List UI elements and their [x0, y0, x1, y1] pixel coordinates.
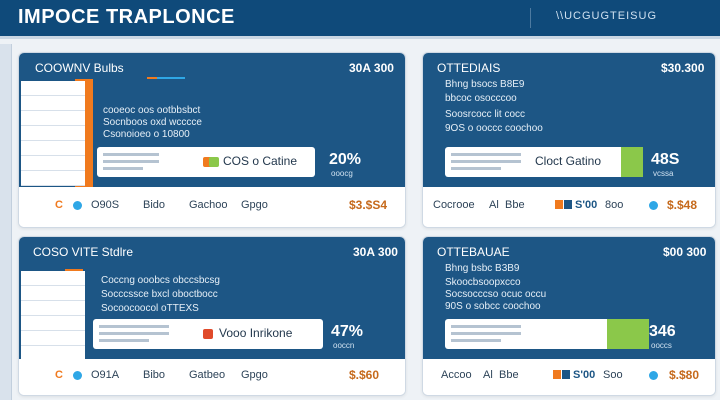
status-dot-icon: [73, 201, 82, 210]
card-detail: Socoocoocol oTTEXS: [101, 303, 199, 314]
metric-percent-sub: vcssa: [653, 169, 674, 178]
summary-card-1[interactable]: COOWNV Bulbs 30A 300 cooeoc oos ootbbsbc…: [18, 52, 406, 228]
footer-item[interactable]: Bido: [143, 199, 165, 211]
footer-item[interactable]: Gpgo: [241, 199, 268, 211]
chart-square-icon: [555, 200, 563, 209]
panel-text-lines: [451, 153, 521, 174]
footer-amount: $.$60: [349, 368, 380, 382]
footer-item[interactable]: Accoo: [441, 369, 472, 381]
metric-panel[interactable]: [445, 319, 649, 349]
card-footer: C O91A Bibo Gatbeo Gpgo $.$60: [19, 359, 405, 395]
footer-item[interactable]: Gatbeo: [189, 369, 225, 381]
status-dot-icon: [203, 329, 213, 339]
card-title: COOWNV Bulbs: [35, 61, 124, 75]
card-detail: Soosrcocc lit cocc: [445, 109, 526, 120]
metric-panel[interactable]: Cloct Gatino: [445, 147, 643, 177]
sidebar[interactable]: [0, 44, 12, 400]
footer-item[interactable]: C: [55, 369, 63, 381]
metric-percent-sub: ooccs: [651, 341, 672, 350]
metric-percent-sub: ooccn: [333, 341, 355, 350]
app-title: IMPOCE TRAPLONCE: [18, 6, 235, 28]
metric-panel[interactable]: Vooo Inrikone: [93, 319, 323, 349]
card-detail: bbcoc osocccoo: [445, 93, 517, 104]
card-value: $30.300: [661, 61, 705, 75]
card-title: OTTEBAUAE: [437, 245, 510, 259]
metric-percent: 47%: [331, 323, 364, 340]
footer-amount: $.$80: [669, 368, 700, 382]
status-dot-icon: [649, 201, 658, 210]
footer-item[interactable]: Cocrooe: [433, 199, 475, 211]
chart-square-icon: [564, 200, 572, 209]
chart-square-icon: [553, 370, 561, 379]
card-footer: Accoo Al Bbe S'00 Soo $.$80: [423, 359, 715, 395]
metric-percent: 346: [649, 323, 676, 340]
app-header: IMPOCE TRAPLONCE \\UCGUGTEISUG: [0, 0, 720, 36]
footer-amount: $3.$S4: [349, 198, 388, 212]
mini-progress: [147, 77, 157, 79]
footer-item[interactable]: Al: [489, 199, 499, 211]
summary-card-4[interactable]: OTTEBAUAE $00 300 Bhng bsbc B3B9 Skoocbs…: [422, 236, 716, 396]
card-value: $00 300: [663, 245, 707, 259]
footer-item[interactable]: O91A: [91, 369, 119, 381]
status-dot-icon: [209, 157, 219, 167]
card-detail: 9OS o ooccc coochoo: [445, 123, 543, 134]
metric-percent-sub: ooocg: [331, 169, 353, 178]
card-footer: C O90S Bido Gachoo Gpgo $3.$S4: [19, 187, 405, 227]
summary-card-2[interactable]: OTTEDIAIS $30.300 Bhng bsocs B8E9 bbcoc …: [422, 52, 716, 228]
card-detail: Socnboos oxd wcccce: [103, 117, 202, 128]
metric-percent: 20%: [329, 151, 362, 168]
panel-text-lines: [103, 153, 159, 174]
card-detail: Socsocccso ocuc occu: [445, 289, 547, 300]
footer-item[interactable]: Soo: [603, 369, 623, 381]
card-detail: Csonoioeo o 10800: [103, 129, 190, 140]
summary-card-3[interactable]: COSO VITE Stdlre 30A 300 Coccng ooobcs o…: [18, 236, 406, 396]
footer-item[interactable]: Bbe: [505, 199, 525, 211]
metric-label: Vooo Inrikone: [219, 326, 293, 340]
footer-item[interactable]: Bibo: [143, 369, 165, 381]
footer-item[interactable]: S'00: [575, 199, 597, 211]
panel-text-lines: [451, 325, 521, 346]
card-detail: 90S o sobcc coochoo: [445, 301, 541, 312]
metric-label: Cloct Gatino: [535, 154, 602, 168]
header-divider: [530, 8, 531, 28]
card-value: 30A 300: [349, 61, 394, 75]
mini-progress: [157, 77, 185, 79]
card-detail: Bhng bsbc B3B9: [445, 263, 520, 274]
footer-item[interactable]: Gachoo: [189, 199, 228, 211]
metric-label: COS o Catine: [223, 154, 298, 168]
header-right-label[interactable]: \\UCGUGTEISUG: [556, 10, 657, 22]
card-side-rows: [21, 81, 85, 186]
panel-text-lines: [99, 325, 169, 346]
footer-item[interactable]: S'00: [573, 369, 595, 381]
metric-panel[interactable]: COS o Catine: [97, 147, 315, 177]
metric-percent: 48S: [651, 151, 680, 168]
footer-item[interactable]: 8oo: [605, 199, 623, 211]
card-detail: cooeoc oos ootbbsbct: [103, 105, 201, 116]
chart-square-icon: [562, 370, 570, 379]
card-detail: Socccssce bxcl oboctbocc: [101, 289, 218, 300]
card-detail: Coccng ooobcs obccsbcsg: [101, 275, 220, 286]
metric-indicator: [607, 319, 649, 349]
card-value: 30A 300: [353, 245, 398, 259]
card-detail: Bhng bsocs B8E9: [445, 79, 525, 90]
status-dot-icon: [649, 371, 658, 380]
card-side-rows: [21, 271, 85, 361]
footer-item[interactable]: Gpgo: [241, 369, 268, 381]
status-dot-icon: [73, 371, 82, 380]
footer-item[interactable]: Al: [483, 369, 493, 381]
header-border: [0, 36, 720, 39]
card-title: COSO VITE Stdlre: [33, 245, 134, 259]
footer-item[interactable]: Bbe: [499, 369, 519, 381]
footer-amount: $.$48: [667, 198, 698, 212]
card-detail: Skoocbsoopxcco: [445, 277, 521, 288]
footer-item[interactable]: C: [55, 199, 63, 211]
card-title: OTTEDIAIS: [437, 61, 501, 75]
metric-indicator: [621, 147, 643, 177]
footer-item[interactable]: O90S: [91, 199, 119, 211]
card-footer: Cocrooe Al Bbe S'00 8oo $.$48: [423, 187, 715, 227]
